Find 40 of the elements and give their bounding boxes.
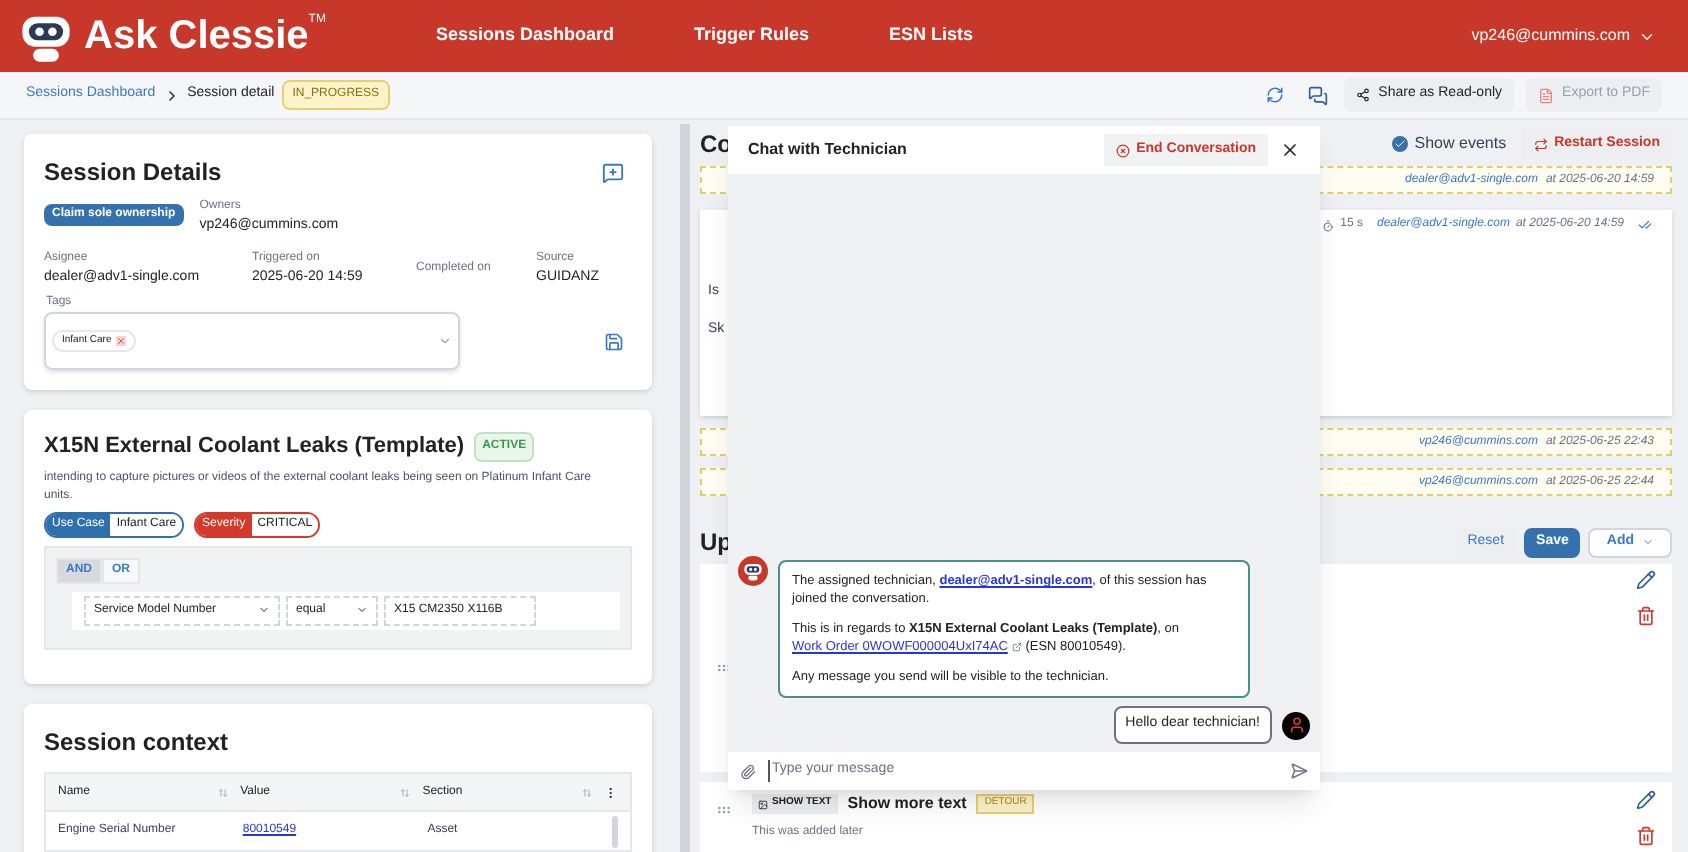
person-icon [1287, 716, 1305, 734]
share-icon [1356, 88, 1371, 102]
save-icon[interactable] [604, 331, 624, 351]
double-check-icon [1638, 218, 1652, 232]
timer-icon [1322, 219, 1335, 231]
card-title: X15N External Coolant Leaks (Template) [44, 432, 465, 462]
delete-icon[interactable] [1636, 826, 1656, 846]
send-icon[interactable] [1290, 762, 1308, 780]
caret-icon [258, 604, 270, 616]
caret-icon [356, 604, 368, 616]
attachment-icon[interactable] [740, 763, 756, 779]
show-events-checkbox[interactable]: Show events [1392, 132, 1507, 156]
check-icon [1394, 138, 1407, 150]
scrollbar [612, 815, 618, 847]
stop-icon [1116, 143, 1131, 157]
restart-icon [1534, 137, 1549, 151]
item-title: Show more text [847, 792, 967, 816]
image-icon [758, 799, 768, 809]
checkbox[interactable] [1392, 136, 1409, 152]
edit-icon[interactable] [1636, 790, 1656, 810]
remove-icon[interactable] [115, 336, 126, 346]
drag-handle-icon[interactable] [716, 802, 732, 818]
card-title: Session context [44, 726, 231, 760]
chat-icon[interactable] [1308, 85, 1329, 105]
add-comment-icon[interactable] [602, 161, 624, 183]
card-title: Session Details [44, 156, 222, 190]
user-menu[interactable]: vp246@cummins.com [1471, 24, 1656, 48]
close-icon[interactable] [1280, 140, 1300, 160]
caret-icon [438, 334, 452, 348]
pdf-icon [1538, 87, 1555, 103]
app-logo[interactable]: Ask Clessie [84, 16, 309, 56]
chat-title: Chat with Technician [748, 138, 907, 162]
caret-icon [1642, 536, 1654, 548]
edit-icon[interactable] [1636, 570, 1656, 590]
nav-link[interactable]: Sessions Dashboard [435, 22, 614, 50]
delete-icon[interactable] [1636, 606, 1656, 626]
nav-link[interactable]: ESN Lists [889, 22, 974, 50]
external-link-icon [1011, 641, 1022, 652]
refresh-icon[interactable] [1266, 86, 1285, 104]
nav-link[interactable]: Trigger Rules [694, 22, 810, 50]
